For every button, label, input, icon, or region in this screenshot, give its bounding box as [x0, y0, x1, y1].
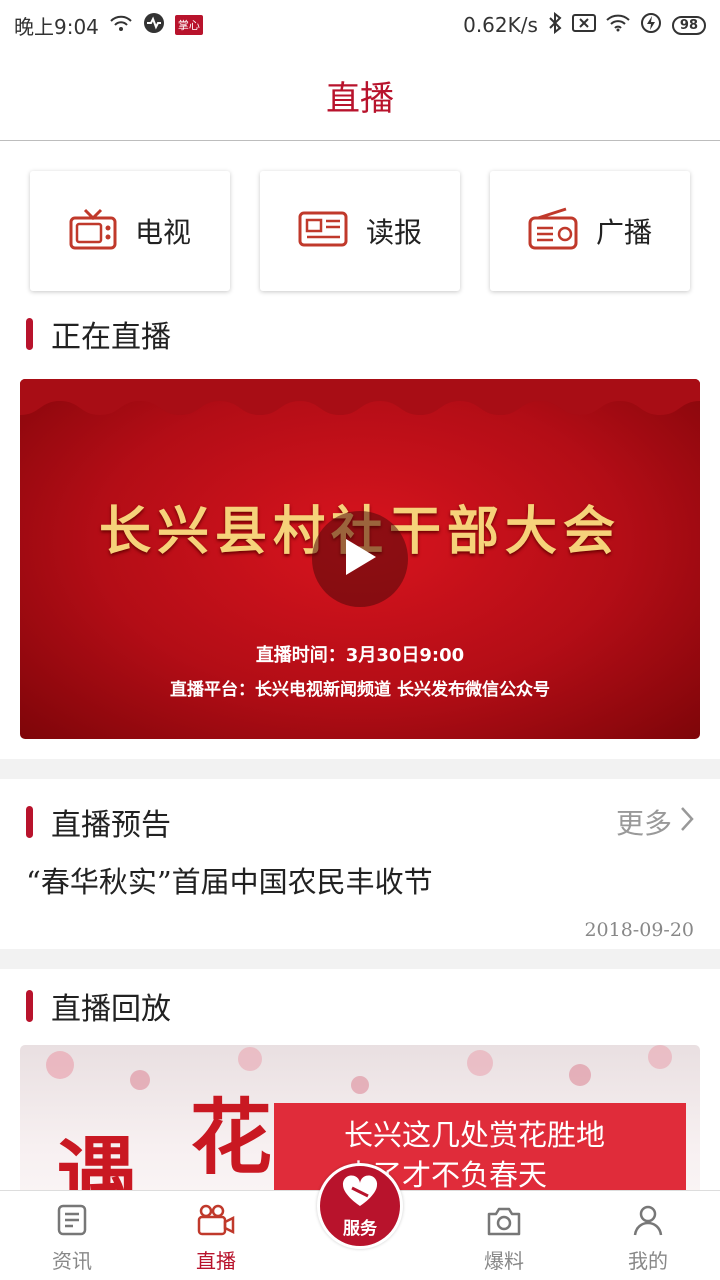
- now-live-section: 正在直播 长兴县村社干部大会 直播时间：3月30日9:00 直播平台：长兴电视新…: [0, 305, 720, 759]
- radio-icon: [528, 206, 578, 256]
- replay-char: 遇: [56, 1128, 139, 1190]
- user-icon: [631, 1203, 665, 1241]
- more-link[interactable]: 更多: [616, 802, 694, 842]
- section-header: 直播回放: [0, 977, 720, 1035]
- live-banner[interactable]: 长兴县村社干部大会 直播时间：3月30日9:00 直播平台：长兴电视新闻频道 长…: [20, 379, 700, 739]
- live-platform: 直播平台：长兴电视新闻频道 长兴发布微信公众号: [170, 680, 550, 700]
- preview-item[interactable]: “春华秋实”首届中国农民丰收节 2018-09-20: [0, 851, 720, 949]
- category-label: 电视: [134, 216, 191, 249]
- tab-news[interactable]: 资讯: [12, 1203, 132, 1274]
- tab-label: 资讯: [52, 1249, 92, 1273]
- section-header: 正在直播: [0, 305, 720, 363]
- section-marker: [26, 806, 33, 838]
- activity-icon: [143, 12, 165, 39]
- heart-icon: [340, 1174, 380, 1212]
- battery-indicator: 98: [671, 15, 706, 35]
- app-badge: 掌心: [174, 15, 203, 35]
- tab-mine[interactable]: 我的: [588, 1203, 708, 1274]
- bluetooth-icon: [548, 11, 562, 39]
- status-bar: 晚上9:04 掌心 0.62K/s 98: [0, 0, 720, 50]
- tab-label: 我的: [628, 1249, 668, 1273]
- tab-label: 直播: [196, 1249, 236, 1273]
- tab-label: 爆料: [484, 1249, 524, 1273]
- category-newspaper[interactable]: 读报: [260, 171, 460, 291]
- tab-label: 服务: [343, 1218, 377, 1239]
- curtain-decoration: [20, 379, 700, 415]
- chevron-right-icon: [680, 806, 694, 839]
- category-label: 广播: [595, 216, 652, 249]
- preview-section: 直播预告 更多 “春华秋实”首届中国农民丰收节 2018-09-20: [0, 779, 720, 949]
- category-radio[interactable]: 广播: [490, 171, 690, 291]
- tv-icon: [69, 206, 117, 256]
- replay-char: 花: [190, 1090, 273, 1186]
- category-label: 读报: [365, 216, 422, 249]
- wifi-icon: [606, 13, 630, 37]
- news-icon: [55, 1203, 89, 1241]
- sim-off-icon: [571, 13, 596, 37]
- network-speed: 0.62K/s: [463, 13, 538, 37]
- preview-item-date: 2018-09-20: [584, 919, 694, 941]
- section-marker: [26, 990, 33, 1022]
- play-icon: [342, 537, 378, 581]
- tab-report[interactable]: 爆料: [444, 1205, 564, 1274]
- page-header: 直播: [0, 50, 720, 141]
- category-row: 电视 读报 广播: [0, 141, 720, 305]
- tab-live[interactable]: 直播: [156, 1203, 276, 1274]
- newspaper-icon: [298, 209, 348, 253]
- play-button[interactable]: [312, 511, 408, 607]
- preview-item-title: “春华秋实”首届中国农民丰收节: [26, 865, 433, 899]
- main-content[interactable]: 电视 读报 广播 正在直播 长兴县村社干部大会: [0, 141, 720, 1190]
- replay-caption-line1: 长兴这几处赏花胜地: [344, 1118, 606, 1152]
- section-header: 直播预告 更多: [0, 793, 720, 851]
- video-camera-icon: [197, 1203, 235, 1241]
- section-title: 直播回放: [51, 992, 171, 1027]
- charging-icon: [640, 12, 662, 39]
- status-time: 晚上9:04: [14, 14, 99, 39]
- page-title: 直播: [326, 78, 394, 119]
- category-tv[interactable]: 电视: [30, 171, 230, 291]
- section-title: 直播预告: [51, 808, 171, 843]
- camera-icon: [486, 1205, 522, 1241]
- hotspot-icon: [109, 13, 133, 37]
- section-title: 正在直播: [51, 320, 171, 355]
- live-time: 直播时间：3月30日9:00: [255, 645, 465, 666]
- replay-section: 直播回放 遇 花 长兴这几处赏花胜地 去了才不负春天: [0, 969, 720, 1190]
- tab-service[interactable]: 服务: [317, 1163, 403, 1249]
- section-marker: [26, 318, 33, 350]
- more-label: 更多: [615, 807, 672, 840]
